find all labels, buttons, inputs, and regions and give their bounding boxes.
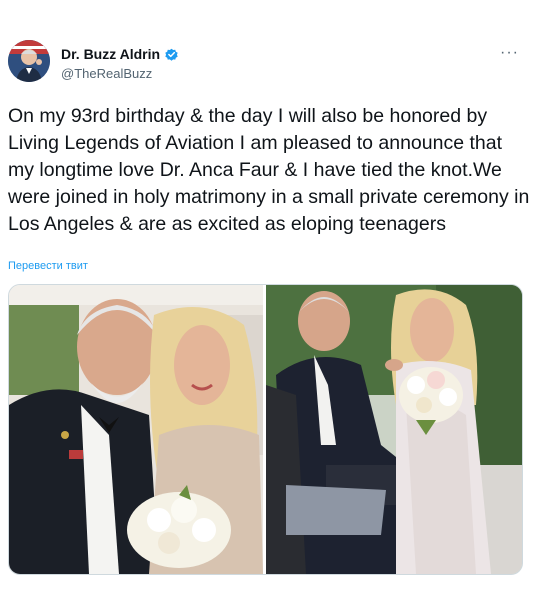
tweet-text: On my 93rd birthday & the day I will als… <box>8 105 530 235</box>
translate-link[interactable]: Перевести твит <box>8 260 88 272</box>
verified-badge-icon <box>164 47 179 62</box>
media-grid <box>8 284 523 575</box>
author-name[interactable]: Dr. Buzz Aldrin <box>61 46 160 62</box>
author-row: Dr. Buzz Aldrin <box>61 46 179 62</box>
avatar[interactable] <box>8 40 50 82</box>
more-options-icon[interactable]: ··· <box>500 45 519 61</box>
author-handle[interactable]: @TheRealBuzz <box>61 66 152 81</box>
avatar-image <box>8 40 50 82</box>
wedding-photo-2[interactable] <box>266 285 522 574</box>
tweet-card: Dr. Buzz Aldrin @TheRealBuzz ··· On my 9… <box>0 0 539 590</box>
wedding-photo-1[interactable] <box>9 285 263 574</box>
